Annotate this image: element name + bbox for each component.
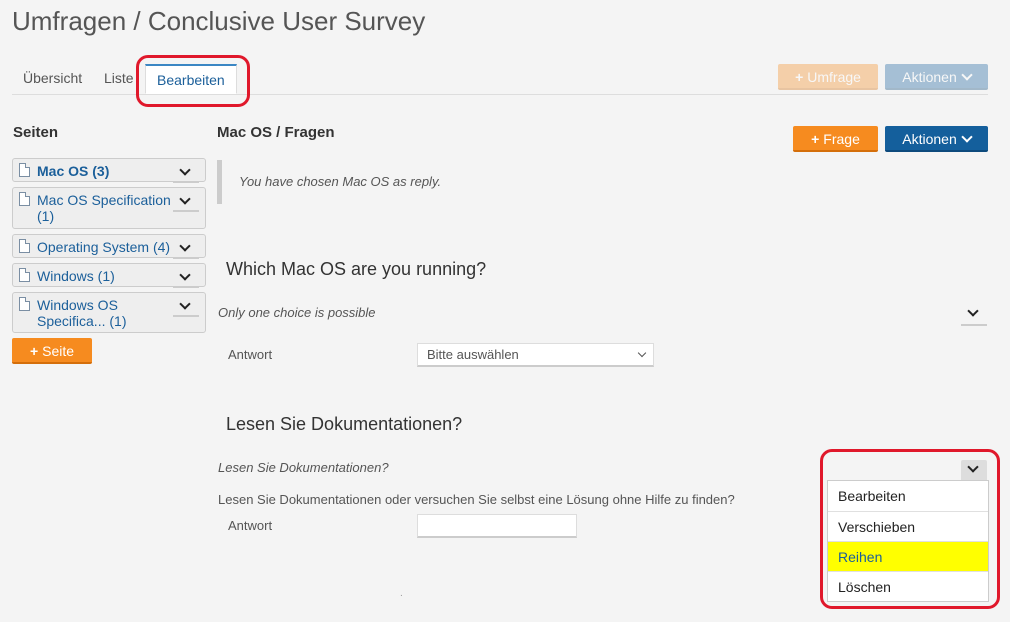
add-question-button[interactable]: + Frage: [793, 126, 878, 152]
page-title: Umfragen / Conclusive User Survey: [12, 6, 426, 36]
add-page-label: Seite: [42, 343, 75, 359]
document-icon: [19, 268, 30, 282]
sidebar-item-label: Mac OS (3): [37, 163, 110, 179]
chevron-down-icon: [179, 298, 191, 310]
chevron-down-icon: [961, 69, 973, 81]
answer-text-input[interactable]: [417, 514, 577, 538]
document-edit-icon: [19, 163, 30, 177]
add-question-label: Frage: [823, 131, 860, 147]
question-description: Lesen Sie Dokumentationen oder versuchen…: [218, 492, 735, 507]
sidebar-item-windows[interactable]: Windows (1): [12, 263, 206, 288]
question-subtitle: Lesen Sie Dokumentationen?: [218, 460, 389, 475]
annotation-highlight-tab: [136, 55, 250, 107]
sidebar-item-mac-os-specification[interactable]: Mac OS Specification (1): [12, 187, 206, 229]
document-icon: [19, 297, 30, 311]
sidebar-item-windows-os-specification[interactable]: Windows OS Specifica... (1): [12, 292, 206, 333]
add-survey-button[interactable]: + Umfrage: [778, 64, 878, 90]
survey-actions-label: Aktionen: [902, 69, 957, 85]
tab-uebersicht[interactable]: Übersicht: [23, 70, 82, 86]
document-icon: [19, 192, 30, 206]
sidebar-item-dropdown[interactable]: [173, 297, 199, 317]
chevron-down-icon: [637, 348, 647, 358]
sidebar-item-dropdown[interactable]: [173, 163, 199, 183]
sidebar-item-operating-system[interactable]: Operating System (4): [12, 234, 206, 259]
question-title: Lesen Sie Dokumentationen?: [226, 414, 463, 434]
answer-label: Antwort: [228, 347, 273, 362]
sidebar-item-label: Mac OS Specification (1): [37, 192, 171, 224]
sidebar-item-mac-os[interactable]: Mac OS (3): [12, 158, 206, 183]
plus-icon: +: [811, 131, 820, 147]
survey-actions-button[interactable]: Aktionen: [885, 64, 988, 90]
chevron-down-icon: [179, 164, 191, 176]
chevron-down-icon: [179, 240, 191, 252]
add-page-button[interactable]: + Seite: [12, 338, 92, 364]
chevron-down-icon: [179, 269, 191, 281]
chevron-down-icon: [179, 193, 191, 205]
sidebar-item-label: Operating System (4): [37, 239, 171, 255]
chevron-down-icon: [961, 131, 973, 143]
answer-select[interactable]: Bitte auswählen: [417, 343, 654, 367]
question-title: Which Mac OS are you running?: [226, 259, 487, 279]
plus-icon: +: [795, 69, 804, 85]
sidebar-item-label: Windows OS Specifica... (1): [37, 297, 127, 329]
sidebar-item-dropdown[interactable]: [173, 268, 199, 288]
chevron-down-icon: [967, 305, 979, 317]
sidebar-item-label: Windows (1): [37, 268, 115, 284]
section-title: Mac OS / Fragen: [217, 124, 335, 141]
answer-select-value: Bitte auswählen: [427, 347, 519, 362]
page-actions-label: Aktionen: [902, 131, 957, 147]
add-survey-label: Umfrage: [807, 69, 861, 85]
sidebar-item-dropdown[interactable]: [173, 239, 199, 259]
stray-dot: .: [400, 588, 403, 599]
sidebar-item-dropdown[interactable]: [173, 192, 199, 212]
page-actions-button[interactable]: Aktionen: [885, 126, 988, 152]
plus-icon: +: [29, 343, 39, 359]
sidebar-heading: Seiten: [13, 124, 59, 141]
answer-label: Antwort: [228, 518, 273, 533]
question-options-dropdown[interactable]: [961, 304, 987, 326]
document-icon: [19, 239, 30, 253]
tab-liste[interactable]: Liste: [104, 70, 134, 86]
annotation-highlight-menu: [820, 449, 1000, 609]
condition-note: You have chosen Mac OS as reply.: [217, 160, 441, 204]
question-subtitle: Only one choice is possible: [218, 305, 376, 320]
